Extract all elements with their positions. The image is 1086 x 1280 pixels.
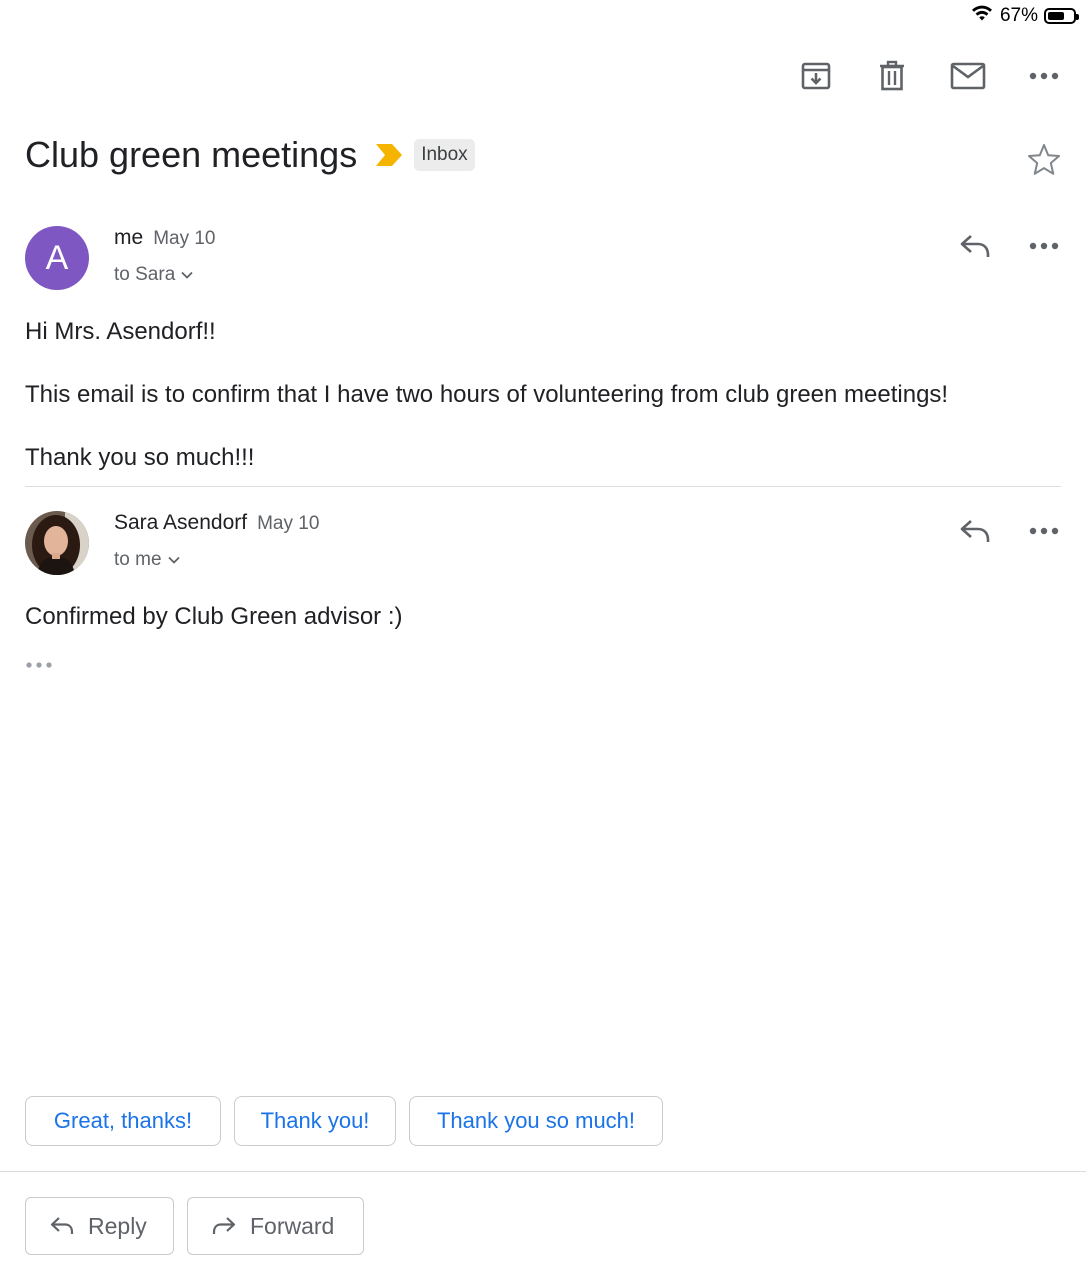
smart-reply-chip[interactable]: Thank you! bbox=[234, 1096, 396, 1146]
smart-reply-chip[interactable]: Great, thanks! bbox=[25, 1096, 221, 1146]
message-body-line: This email is to confirm that I have two… bbox=[25, 381, 949, 408]
recipient-text: to Sara bbox=[114, 264, 176, 285]
smart-reply-chip[interactable]: Thank you so much! bbox=[409, 1096, 663, 1146]
star-icon[interactable] bbox=[1026, 142, 1062, 178]
status-bar: 67% bbox=[970, 0, 1086, 32]
bottom-actions: Reply Forward bbox=[25, 1197, 364, 1255]
avatar[interactable]: A bbox=[25, 226, 89, 290]
sender-line: me May 10 bbox=[114, 226, 216, 250]
message-1: A me May 10 to Sara Hi Mrs. Asendorf!! Th… bbox=[25, 226, 1061, 476]
archive-icon bbox=[801, 62, 831, 90]
reply-bottom-button[interactable]: Reply bbox=[25, 1197, 174, 1255]
reply-label: Reply bbox=[88, 1212, 147, 1239]
mark-unread-button[interactable] bbox=[946, 56, 990, 96]
sender-name: me bbox=[114, 226, 144, 249]
message-more-button[interactable] bbox=[1022, 511, 1066, 551]
battery-percentage: 67% bbox=[999, 5, 1038, 26]
recipient-details-toggle[interactable]: to Sara bbox=[114, 264, 193, 286]
chevron-down-icon bbox=[181, 271, 193, 279]
message-date: May 10 bbox=[153, 228, 216, 249]
recipient-details-toggle[interactable]: to me bbox=[114, 549, 180, 571]
more-horizontal-icon bbox=[1029, 72, 1059, 80]
message-date: May 10 bbox=[257, 513, 320, 534]
forward-icon bbox=[212, 1217, 236, 1234]
mail-icon bbox=[950, 62, 986, 90]
message-body-line: Thank you so much!!! bbox=[25, 444, 255, 471]
message-body-line: Hi Mrs. Asendorf!! bbox=[25, 318, 216, 345]
subject-row: Club green meetings Inbox bbox=[25, 128, 1062, 182]
battery-icon bbox=[1044, 8, 1079, 24]
message-body-line: Confirmed by Club Green advisor :) bbox=[25, 603, 403, 630]
email-thread-screen: 67% Club green meetings Inbox A me May 1… bbox=[0, 0, 1086, 1280]
forward-button[interactable]: Forward bbox=[187, 1197, 364, 1255]
smart-reply-bar: Great, thanks! Thank you! Thank you so m… bbox=[25, 1096, 663, 1146]
sender-line: Sara Asendorf May 10 bbox=[114, 511, 319, 535]
message-2: Sara Asendorf May 10 to me Confirmed by C… bbox=[25, 511, 1061, 681]
recipient-text: to me bbox=[114, 549, 162, 570]
more-options-button[interactable] bbox=[1022, 56, 1066, 96]
inbox-label[interactable]: Inbox bbox=[414, 139, 475, 171]
trash-icon bbox=[880, 60, 904, 91]
message-more-button[interactable] bbox=[1022, 226, 1066, 266]
reply-icon bbox=[960, 235, 990, 257]
reply-icon bbox=[50, 1217, 74, 1234]
more-horizontal-icon bbox=[1029, 242, 1059, 250]
more-horizontal-icon bbox=[26, 662, 52, 668]
importance-marker-icon[interactable] bbox=[375, 142, 403, 168]
email-subject: Club green meetings bbox=[25, 134, 358, 175]
sender-name: Sara Asendorf bbox=[114, 511, 248, 534]
more-horizontal-icon bbox=[1029, 527, 1059, 535]
reply-icon bbox=[960, 520, 990, 542]
archive-button[interactable] bbox=[794, 56, 838, 96]
show-trimmed-content-button[interactable] bbox=[25, 656, 55, 668]
thread-toolbar bbox=[794, 56, 1066, 96]
reply-button[interactable] bbox=[953, 226, 997, 266]
delete-button[interactable] bbox=[870, 56, 914, 96]
avatar[interactable] bbox=[25, 511, 89, 575]
forward-label: Forward bbox=[250, 1212, 335, 1239]
chevron-down-icon bbox=[167, 556, 180, 564]
wifi-icon bbox=[970, 4, 994, 28]
battery-level bbox=[1048, 12, 1065, 20]
reply-button[interactable] bbox=[953, 511, 997, 551]
message-divider bbox=[25, 486, 1061, 487]
bottom-divider bbox=[0, 1171, 1086, 1172]
